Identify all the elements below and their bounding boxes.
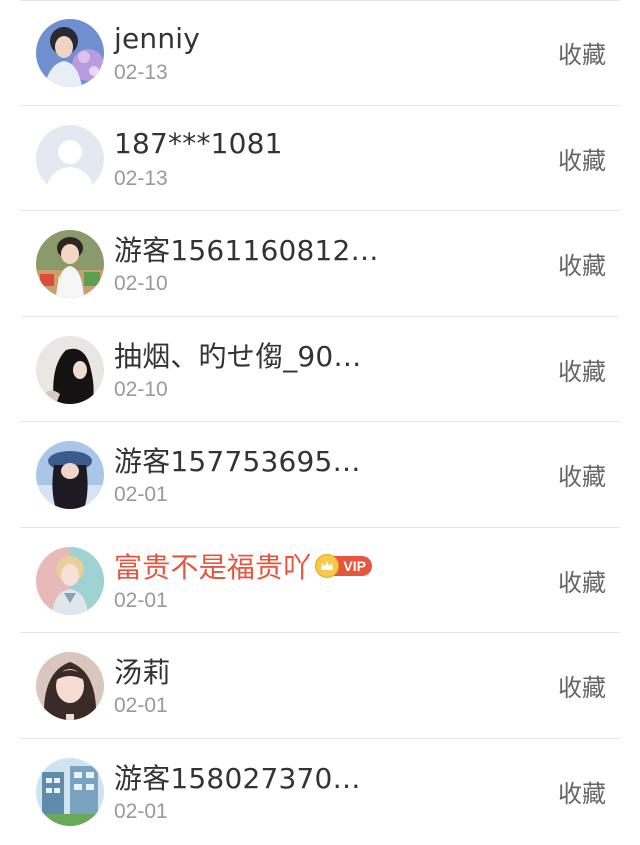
list-item[interactable]: 抽烟、旳せ㑳_90… 02-10 收藏 <box>0 317 640 423</box>
list-item[interactable]: 富贵不是福贵吖 VIP 02-01 收藏 <box>0 528 640 634</box>
user-name[interactable]: 187***1081 <box>114 127 283 160</box>
favorite-button[interactable]: 收藏 <box>558 317 606 423</box>
avatar[interactable] <box>36 441 104 509</box>
user-name[interactable]: 抽烟、旳せ㑳_90… <box>114 335 362 375</box>
avatar[interactable] <box>36 19 104 87</box>
list-item[interactable]: 汤莉 02-01 收藏 <box>0 633 640 739</box>
favorite-button[interactable]: 收藏 <box>558 0 606 106</box>
name-line: 游客157753695… <box>114 442 361 478</box>
favorite-button[interactable]: 收藏 <box>558 528 606 634</box>
user-name[interactable]: 富贵不是福贵吖 <box>114 546 311 586</box>
avatar[interactable] <box>36 652 104 720</box>
user-name[interactable]: 游客157753695… <box>114 440 361 480</box>
name-line: 游客158027370… <box>114 759 361 795</box>
name-line: 抽烟、旳せ㑳_90… <box>114 337 362 373</box>
list-item[interactable]: 游客157753695… 02-01 收藏 <box>0 422 640 528</box>
name-line: 汤莉 <box>114 653 170 689</box>
date-label: 02-01 <box>114 588 168 612</box>
avatar[interactable] <box>36 546 104 615</box>
user-name[interactable]: 游客158027370… <box>114 757 361 797</box>
favorite-button[interactable]: 收藏 <box>558 422 606 528</box>
name-line: 游客1561160812… <box>114 231 379 267</box>
list-item[interactable]: jenniy 02-13 收藏 <box>0 0 640 106</box>
user-name[interactable]: jenniy <box>114 22 200 55</box>
date-label: 02-10 <box>114 377 168 401</box>
date-label: 02-13 <box>114 166 168 190</box>
list-item[interactable]: 游客158027370… 02-01 收藏 <box>0 739 640 845</box>
list-item[interactable]: 187***1081 02-13 收藏 <box>0 106 640 212</box>
date-label: 02-13 <box>114 61 168 84</box>
avatar[interactable] <box>36 230 104 298</box>
favorite-button[interactable]: 收藏 <box>558 633 606 739</box>
user-name[interactable]: 游客1561160812… <box>114 229 379 269</box>
favorite-button[interactable]: 收藏 <box>558 211 606 317</box>
favorite-button[interactable]: 收藏 <box>558 739 606 845</box>
favorites-list: jenniy 02-13 收藏 187***1081 02-13 收藏 游客15… <box>0 0 640 844</box>
name-line: 富贵不是福贵吖 VIP <box>114 548 372 584</box>
list-item[interactable]: 游客1561160812… 02-10 收藏 <box>0 211 640 317</box>
vip-badge: VIP <box>315 553 372 578</box>
user-name[interactable]: 汤莉 <box>114 651 170 691</box>
crown-icon <box>315 553 340 578</box>
date-label: 02-01 <box>114 799 168 823</box>
date-label: 02-10 <box>114 272 168 295</box>
date-label: 02-01 <box>114 483 168 506</box>
date-label: 02-01 <box>114 694 168 717</box>
avatar[interactable] <box>36 335 104 404</box>
name-line: 187***1081 <box>114 126 283 162</box>
favorite-button[interactable]: 收藏 <box>558 106 606 212</box>
avatar[interactable] <box>36 124 104 193</box>
name-line: jenniy <box>114 20 200 56</box>
avatar[interactable] <box>36 757 104 826</box>
